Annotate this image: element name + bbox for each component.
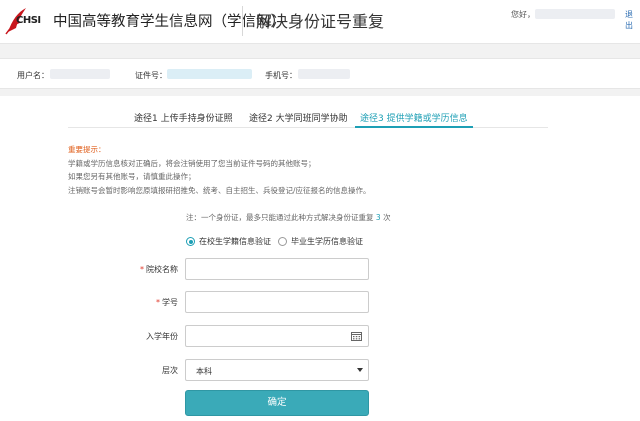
radio-graduate[interactable]: 毕业生学历信息验证 (278, 236, 363, 247)
confirm-button[interactable]: 确定 (185, 390, 369, 416)
school-name-label: * 院校名称 (118, 264, 178, 275)
site-header: CHSI 中国高等教育学生信息网（学信网） 解决身份证号重复 您好， 退出 (0, 0, 640, 44)
method-tabs: 途径1 上传手持身份证照 途径2 大学同班同学协助 途径3 提供学籍或学历信息 (68, 108, 548, 128)
username-value-redacted (50, 69, 110, 79)
school-name-label-text: 院校名称 (146, 265, 178, 274)
radio-unchecked-icon[interactable] (278, 237, 287, 246)
limit-note-suffix: 次 (383, 213, 391, 222)
logout-link[interactable]: 退出 (625, 9, 640, 31)
tabs-divider (68, 127, 548, 128)
student-number-label-text: 学号 (162, 298, 178, 307)
dropdown-arrow-icon (357, 368, 363, 372)
radio-label: 在校生学籍信息验证 (199, 237, 271, 246)
limit-note: 注：一个身份证，最多只能通过此种方式解决身份证重复 3 次 (186, 212, 391, 223)
student-number-input[interactable] (185, 291, 369, 313)
important-notice: 重要提示： 学籍或学历信息核对正确后，将会注销使用了您当前证件号码的其他账号； … (68, 143, 371, 197)
required-mark: * (156, 298, 160, 307)
enrollment-year-label: 入学年份 (146, 332, 178, 341)
radio-label: 毕业生学历信息验证 (291, 237, 363, 246)
school-name-input[interactable] (185, 258, 369, 280)
page-title: 解决身份证号重复 (256, 12, 385, 31)
greeting: 您好， (511, 10, 535, 19)
level-label: 层次 (162, 366, 178, 375)
tab-method-3[interactable]: 途径3 提供学籍或学历信息 (360, 111, 468, 124)
limit-count: 3 (375, 213, 381, 222)
tab-method-2[interactable]: 途径2 大学同班同学协助 (249, 111, 348, 124)
notice-title: 重要提示： (68, 145, 106, 154)
notice-line: 如果您另有其他账号，请慎重此操作； (68, 172, 196, 181)
id-value-redacted (167, 69, 252, 79)
notice-line: 注销账号会暂时影响您原填报研招推免、统考、自主招生、兵役登记/应征报名的信息操作… (68, 185, 371, 195)
username-redacted (535, 9, 615, 19)
phone-value-redacted (298, 69, 350, 79)
student-number-label: * 学号 (118, 297, 178, 308)
username-label: 用户名： (17, 71, 49, 80)
level-selected-value: 本科 (196, 367, 212, 376)
site-name[interactable]: 中国高等教育学生信息网（学信网） (53, 10, 285, 31)
notice-line: 学籍或学历信息核对正确后，将会注销使用了您当前证件号码的其他账号； (68, 158, 316, 168)
id-label: 证件号： (135, 71, 167, 80)
level-select[interactable]: 本科 (185, 359, 369, 381)
radio-enrolled-student[interactable]: 在校生学籍信息验证 (186, 236, 271, 247)
tab-method-1[interactable]: 途径1 上传手持身份证照 (134, 111, 233, 124)
active-tab-indicator (355, 126, 473, 128)
header-divider (242, 6, 243, 36)
phone-label: 手机号： (265, 71, 297, 80)
calendar-icon[interactable] (351, 331, 362, 341)
required-mark: * (140, 265, 144, 274)
enrollment-year-input[interactable] (185, 325, 369, 347)
limit-note-prefix: 注：一个身份证，最多只能通过此种方式解决身份证重复 (186, 213, 374, 222)
main-card: 途径1 上传手持身份证照 途径2 大学同班同学协助 途径3 提供学籍或学历信息 … (0, 96, 640, 421)
radio-checked-icon[interactable] (186, 237, 195, 246)
user-info-bar: 用户名： 证件号： 手机号： (0, 58, 640, 89)
logo-text: CHSI (16, 15, 41, 26)
